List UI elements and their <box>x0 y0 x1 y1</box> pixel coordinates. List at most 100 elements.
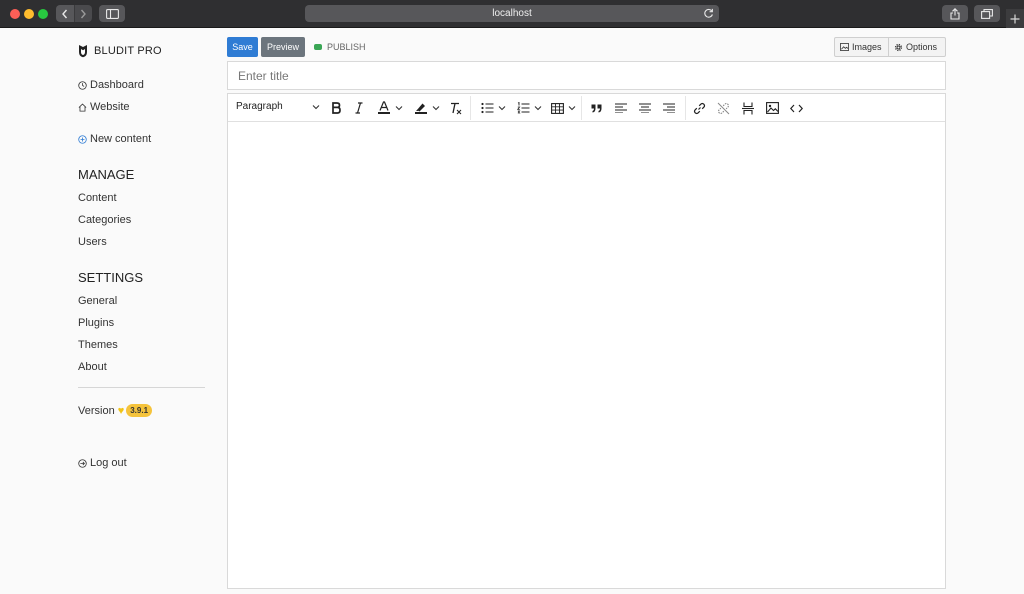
highlighter-icon <box>415 103 427 114</box>
bold-button[interactable] <box>329 100 343 116</box>
nav-new-content-label: New content <box>90 133 152 145</box>
chevron-down-icon <box>395 106 403 111</box>
unlink-icon <box>717 102 729 114</box>
window-zoom-button[interactable] <box>38 9 48 19</box>
version-label: Version <box>78 404 115 417</box>
sidebar-item-about[interactable]: About <box>78 361 107 373</box>
brand-name: BLUDIT PRO <box>94 45 162 57</box>
plus-icon <box>1010 14 1020 23</box>
nav-dashboard[interactable]: Dashboard <box>78 79 144 91</box>
link-icon <box>693 102 705 114</box>
sidebar-item-themes[interactable]: Themes <box>78 339 118 351</box>
align-left-icon <box>615 103 627 113</box>
sidebar-item-users[interactable]: Users <box>78 236 107 248</box>
url-text: localhost <box>492 8 532 19</box>
back-button[interactable] <box>56 5 74 22</box>
table-icon <box>550 102 564 114</box>
share-button[interactable] <box>942 5 968 22</box>
media-options-group: Images Options <box>834 37 946 57</box>
text-color-icon <box>378 101 390 114</box>
window-minimize-button[interactable] <box>24 9 34 19</box>
editor-content-area[interactable] <box>228 123 945 588</box>
publish-status[interactable]: PUBLISH <box>314 42 366 52</box>
history-nav <box>56 5 92 22</box>
block-format-label: Paragraph <box>236 101 283 112</box>
image-icon <box>765 102 779 114</box>
italic-button[interactable] <box>352 100 366 116</box>
align-left-button[interactable] <box>614 100 628 116</box>
clear-formatting-button[interactable] <box>447 100 463 116</box>
sidebar-icon <box>105 8 119 19</box>
nav-website[interactable]: Website <box>78 101 130 113</box>
logout-icon <box>78 458 87 468</box>
tabs-overview-button[interactable] <box>974 5 1000 22</box>
settings-heading: SETTINGS <box>78 270 144 285</box>
manage-heading: MANAGE <box>78 167 135 182</box>
share-icon <box>950 7 960 20</box>
sidebar-item-plugins[interactable]: Plugins <box>78 317 114 329</box>
home-icon <box>78 103 87 112</box>
numbered-list-icon <box>516 102 529 114</box>
options-button-label: Options <box>906 42 938 52</box>
remove-link-button[interactable] <box>716 100 730 116</box>
version-badge: 3.9.1 <box>126 404 153 417</box>
nav-logout[interactable]: Log out <box>78 457 127 469</box>
italic-icon <box>355 102 363 114</box>
version-info: Version ♥ 3.9.1 <box>78 404 153 417</box>
forward-button[interactable] <box>73 5 92 22</box>
status-indicator-icon <box>314 44 322 50</box>
images-button-label: Images <box>852 42 882 52</box>
chevron-right-icon <box>81 9 87 18</box>
title-input[interactable] <box>227 61 946 90</box>
source-code-button[interactable] <box>789 100 803 116</box>
bullet-list-icon <box>480 102 493 114</box>
numbered-list-button[interactable] <box>513 100 545 116</box>
clear-formatting-icon <box>450 102 461 114</box>
tabs-icon <box>981 8 993 19</box>
align-center-icon <box>639 103 651 113</box>
bullet-list-button[interactable] <box>477 100 509 116</box>
chevron-down-icon <box>534 106 541 111</box>
code-icon <box>789 104 803 112</box>
images-button[interactable]: Images <box>835 38 889 56</box>
content-editor: Paragraph <box>227 93 946 589</box>
sidebar-divider <box>78 387 205 388</box>
window-close-button[interactable] <box>10 9 20 19</box>
browser-titlebar: localhost <box>0 0 1024 28</box>
save-button[interactable]: Save <box>227 37 258 57</box>
chevron-down-icon <box>568 106 575 111</box>
chevron-down-icon <box>432 106 440 111</box>
text-color-button[interactable] <box>374 100 406 116</box>
align-right-button[interactable] <box>662 100 676 116</box>
nav-logout-label: Log out <box>90 457 127 469</box>
sidebar-item-general[interactable]: General <box>78 295 117 307</box>
heart-icon: ♥ <box>117 404 125 417</box>
toolbar-separator <box>470 96 471 120</box>
nav-new-content[interactable]: New content <box>78 133 151 145</box>
table-button[interactable] <box>548 100 578 116</box>
address-bar[interactable]: localhost <box>305 5 719 22</box>
insert-link-button[interactable] <box>692 100 706 116</box>
highlight-color-button[interactable] <box>411 100 443 116</box>
sidebar-item-content[interactable]: Content <box>78 192 117 204</box>
page-break-button[interactable] <box>741 100 755 116</box>
page-break-icon <box>742 102 754 114</box>
blockquote-button[interactable] <box>589 100 603 116</box>
new-tab-button[interactable] <box>1006 9 1024 28</box>
chevron-down-icon <box>312 104 320 109</box>
insert-image-button[interactable] <box>765 100 779 116</box>
brand[interactable]: BLUDIT PRO <box>78 44 162 58</box>
sidebar-toggle-button[interactable] <box>99 5 125 22</box>
image-icon <box>840 43 849 51</box>
reload-icon[interactable] <box>703 8 714 19</box>
nav-website-label: Website <box>90 101 130 113</box>
options-button[interactable]: Options <box>889 38 945 56</box>
align-center-button[interactable] <box>638 100 652 116</box>
bludit-logo-icon <box>79 45 87 58</box>
sidebar-item-categories[interactable]: Categories <box>78 214 131 226</box>
preview-button[interactable]: Preview <box>261 37 305 57</box>
toolbar-separator <box>581 96 582 120</box>
dashboard-icon <box>78 80 87 90</box>
block-format-select[interactable]: Paragraph <box>236 101 320 112</box>
gear-icon <box>894 43 903 51</box>
